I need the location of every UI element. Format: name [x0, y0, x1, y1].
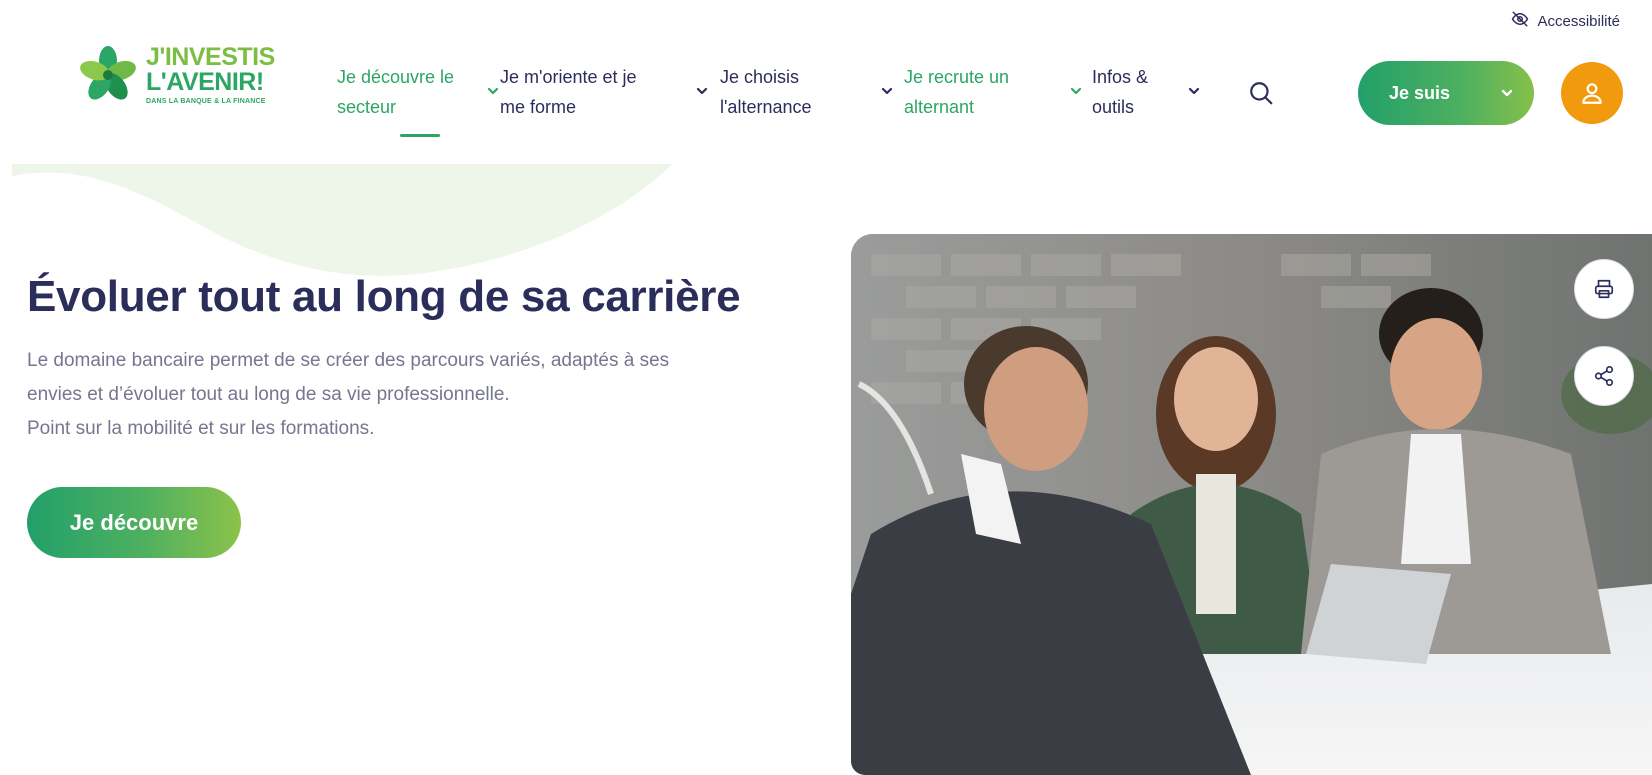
- logo-tagline: DANS LA BANQUE & LA FINANCE: [146, 98, 266, 105]
- je-decouvre-button[interactable]: Je découvre: [27, 487, 241, 558]
- je-suis-dropdown[interactable]: Je suis: [1358, 61, 1534, 125]
- clover-logo-icon: [78, 45, 138, 105]
- nav-item-infos-outils[interactable]: Infos & outils: [1092, 62, 1223, 122]
- chevron-down-icon: [466, 77, 500, 107]
- main-nav: Je découvre le secteur Je m'oriente et j…: [337, 62, 1223, 137]
- share-button[interactable]: [1574, 346, 1634, 406]
- print-button[interactable]: [1574, 259, 1634, 319]
- logo-line-2: L'AVENIR!: [146, 68, 264, 96]
- account-button[interactable]: [1561, 62, 1623, 124]
- hero-description-line: envies et d’évoluer tout au long de sa v…: [27, 384, 510, 405]
- search-icon: [1250, 82, 1273, 105]
- logo-line-1: J'INVESTIS: [146, 43, 275, 71]
- nav-item-label: Je choisis l'alternance: [720, 67, 812, 117]
- hero-description: Le domaine bancaire permet de se créer d…: [27, 344, 767, 446]
- accessibility-label: Accessibilité: [1537, 12, 1620, 30]
- page-title: Évoluer tout au long de sa carrière: [27, 272, 741, 321]
- search-button[interactable]: [1248, 80, 1274, 106]
- site-logo[interactable]: J'INVESTIS L'AVENIR! DANS LA BANQUE & LA…: [78, 40, 278, 110]
- chevron-down-icon: [1167, 77, 1201, 107]
- je-suis-label: Je suis: [1389, 82, 1451, 103]
- hero-photo: [851, 234, 1652, 775]
- chevron-down-icon: [1049, 77, 1083, 107]
- nav-item-je-recrute-un-alternant[interactable]: Je recrute un alternant: [904, 62, 1092, 122]
- nav-item-label: Je découvre le secteur: [337, 67, 455, 117]
- nav-item-label: Je m'oriente et je me forme: [500, 67, 637, 117]
- nav-item-label: Je recrute un alternant: [904, 67, 1010, 117]
- decorative-wave: [12, 164, 672, 276]
- chevron-down-icon: [860, 77, 894, 107]
- eye-off-icon: [1511, 10, 1529, 32]
- hero-description-line: Le domaine bancaire permet de se créer d…: [27, 350, 670, 371]
- nav-item-label: Infos & outils: [1092, 67, 1149, 117]
- accessibility-link[interactable]: Accessibilité: [1511, 10, 1620, 32]
- nav-item-je-decouvre-le-secteur[interactable]: Je découvre le secteur: [337, 62, 500, 137]
- share-icon: [1594, 366, 1614, 386]
- nav-item-je-choisis-lalternance[interactable]: Je choisis l'alternance: [720, 62, 904, 122]
- chevron-down-icon: [675, 77, 709, 107]
- user-icon: [1582, 83, 1602, 104]
- hero-description-line: Point sur la mobilité et sur les formati…: [27, 418, 375, 439]
- print-icon: [1594, 279, 1614, 299]
- nav-item-je-moriente[interactable]: Je m'oriente et je me forme: [500, 62, 720, 122]
